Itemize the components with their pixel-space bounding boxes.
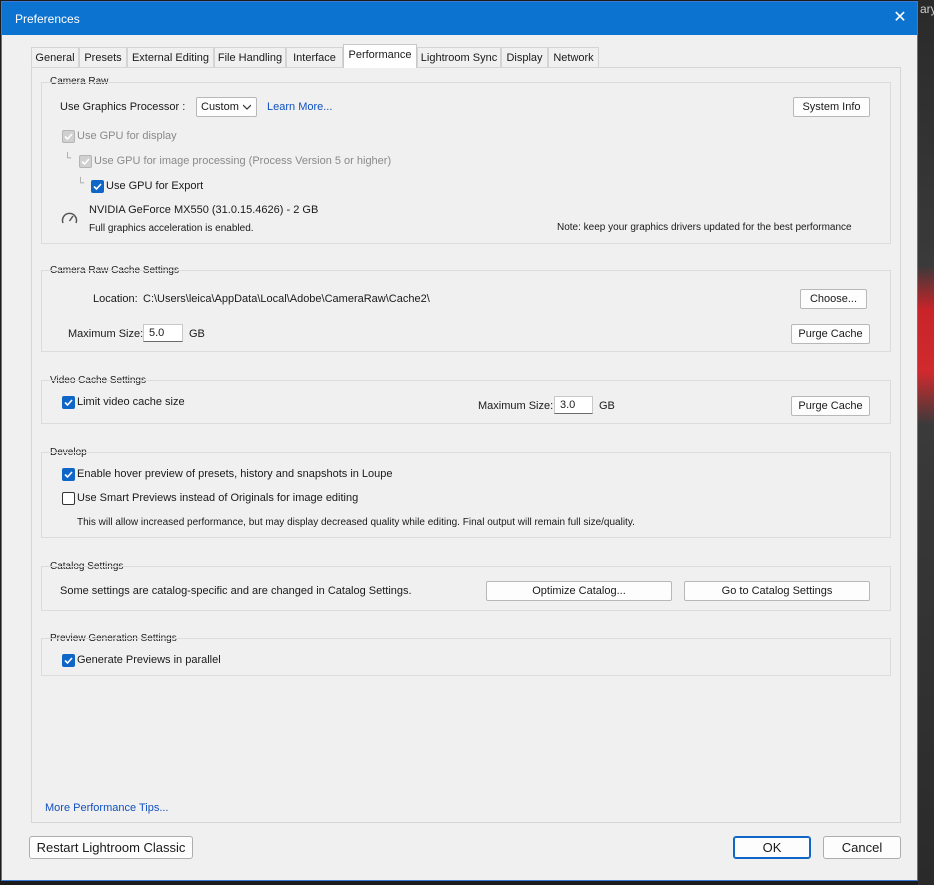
gpu-label: Use Graphics Processor : [60, 101, 186, 113]
use-gpu-display-label: Use GPU for display [77, 130, 177, 142]
gpu-name: NVIDIA GeForce MX550 (31.0.15.4626) - 2 … [89, 204, 319, 216]
tab-network[interactable]: Network [548, 47, 599, 67]
smart-previews-checkbox[interactable] [62, 492, 75, 505]
video-purge-cache-button[interactable]: Purge Cache [791, 396, 870, 416]
system-info-button[interactable]: System Info [793, 97, 870, 117]
location-value: C:\Users\leica\AppData\Local\Adobe\Camer… [143, 293, 430, 305]
max-size-label: Maximum Size: [68, 328, 144, 340]
gpu-select[interactable]: Custom [196, 97, 257, 117]
video-max-size-unit: GB [599, 400, 615, 412]
restart-lightroom-button[interactable]: Restart Lightroom Classic [29, 836, 193, 859]
tab-performance[interactable]: Performance [343, 44, 417, 68]
use-gpu-export-label[interactable]: Use GPU for Export [106, 180, 203, 192]
smart-previews-label[interactable]: Use Smart Previews instead of Originals … [77, 492, 358, 504]
tab-file-handling[interactable]: File Handling [214, 47, 286, 67]
use-gpu-export-checkbox[interactable] [91, 180, 104, 193]
tree-connector: └ [77, 178, 85, 189]
parallel-previews-label[interactable]: Generate Previews in parallel [77, 654, 221, 666]
use-gpu-processing-checkbox [79, 155, 92, 168]
limit-video-cache-checkbox[interactable] [62, 396, 75, 409]
hover-preview-checkbox[interactable] [62, 468, 75, 481]
performance-panel: Camera Raw Use Graphics Processor : Cust… [31, 67, 901, 823]
max-size-unit: GB [189, 328, 205, 340]
chevron-down-icon [242, 98, 252, 122]
tab-lightroom-sync[interactable]: Lightroom Sync [417, 47, 501, 67]
driver-note: Note: keep your graphics drivers updated… [557, 222, 852, 233]
video-max-size-label: Maximum Size: [478, 400, 554, 412]
max-size-input[interactable]: 5.0 [143, 324, 183, 342]
limit-video-cache-label[interactable]: Limit video cache size [77, 396, 185, 408]
location-label: Location: [93, 293, 138, 305]
cancel-button[interactable]: Cancel [823, 836, 901, 859]
more-performance-tips-link[interactable]: More Performance Tips... [45, 802, 169, 814]
learn-more-link[interactable]: Learn More... [267, 101, 332, 113]
use-gpu-display-checkbox [62, 130, 75, 143]
window-title: Preferences [15, 12, 80, 26]
background-photo-edge [918, 0, 934, 885]
video-max-size-input[interactable]: 3.0 [554, 396, 593, 414]
gpu-select-value: Custom [201, 101, 239, 113]
tab-display[interactable]: Display [501, 47, 548, 67]
gauge-icon [61, 211, 78, 228]
acceleration-status: Full graphics acceleration is enabled. [89, 223, 254, 234]
ok-button[interactable]: OK [733, 836, 811, 859]
smart-previews-note: This will allow increased performance, b… [77, 517, 635, 528]
tree-connector: └ [64, 153, 72, 164]
use-gpu-processing-label: Use GPU for image processing (Process Ve… [94, 155, 392, 167]
tab-general[interactable]: General [31, 47, 79, 67]
optimize-catalog-button[interactable]: Optimize Catalog... [486, 581, 672, 601]
parallel-previews-checkbox[interactable] [62, 654, 75, 667]
go-to-catalog-settings-button[interactable]: Go to Catalog Settings [684, 581, 870, 601]
tab-external-editing[interactable]: External Editing [127, 47, 214, 67]
title-bar: Preferences ✕ [2, 2, 917, 35]
choose-button[interactable]: Choose... [800, 289, 867, 309]
background-text: ary [920, 2, 934, 16]
hover-preview-label[interactable]: Enable hover preview of presets, history… [77, 468, 393, 480]
close-icon[interactable]: ✕ [889, 7, 911, 29]
catalog-note: Some settings are catalog-specific and a… [60, 585, 412, 597]
purge-cache-button[interactable]: Purge Cache [791, 324, 870, 344]
tab-interface[interactable]: Interface [286, 47, 343, 67]
tab-presets[interactable]: Presets [79, 47, 127, 67]
preferences-dialog: Preferences ✕ General Presets External E… [1, 1, 918, 881]
